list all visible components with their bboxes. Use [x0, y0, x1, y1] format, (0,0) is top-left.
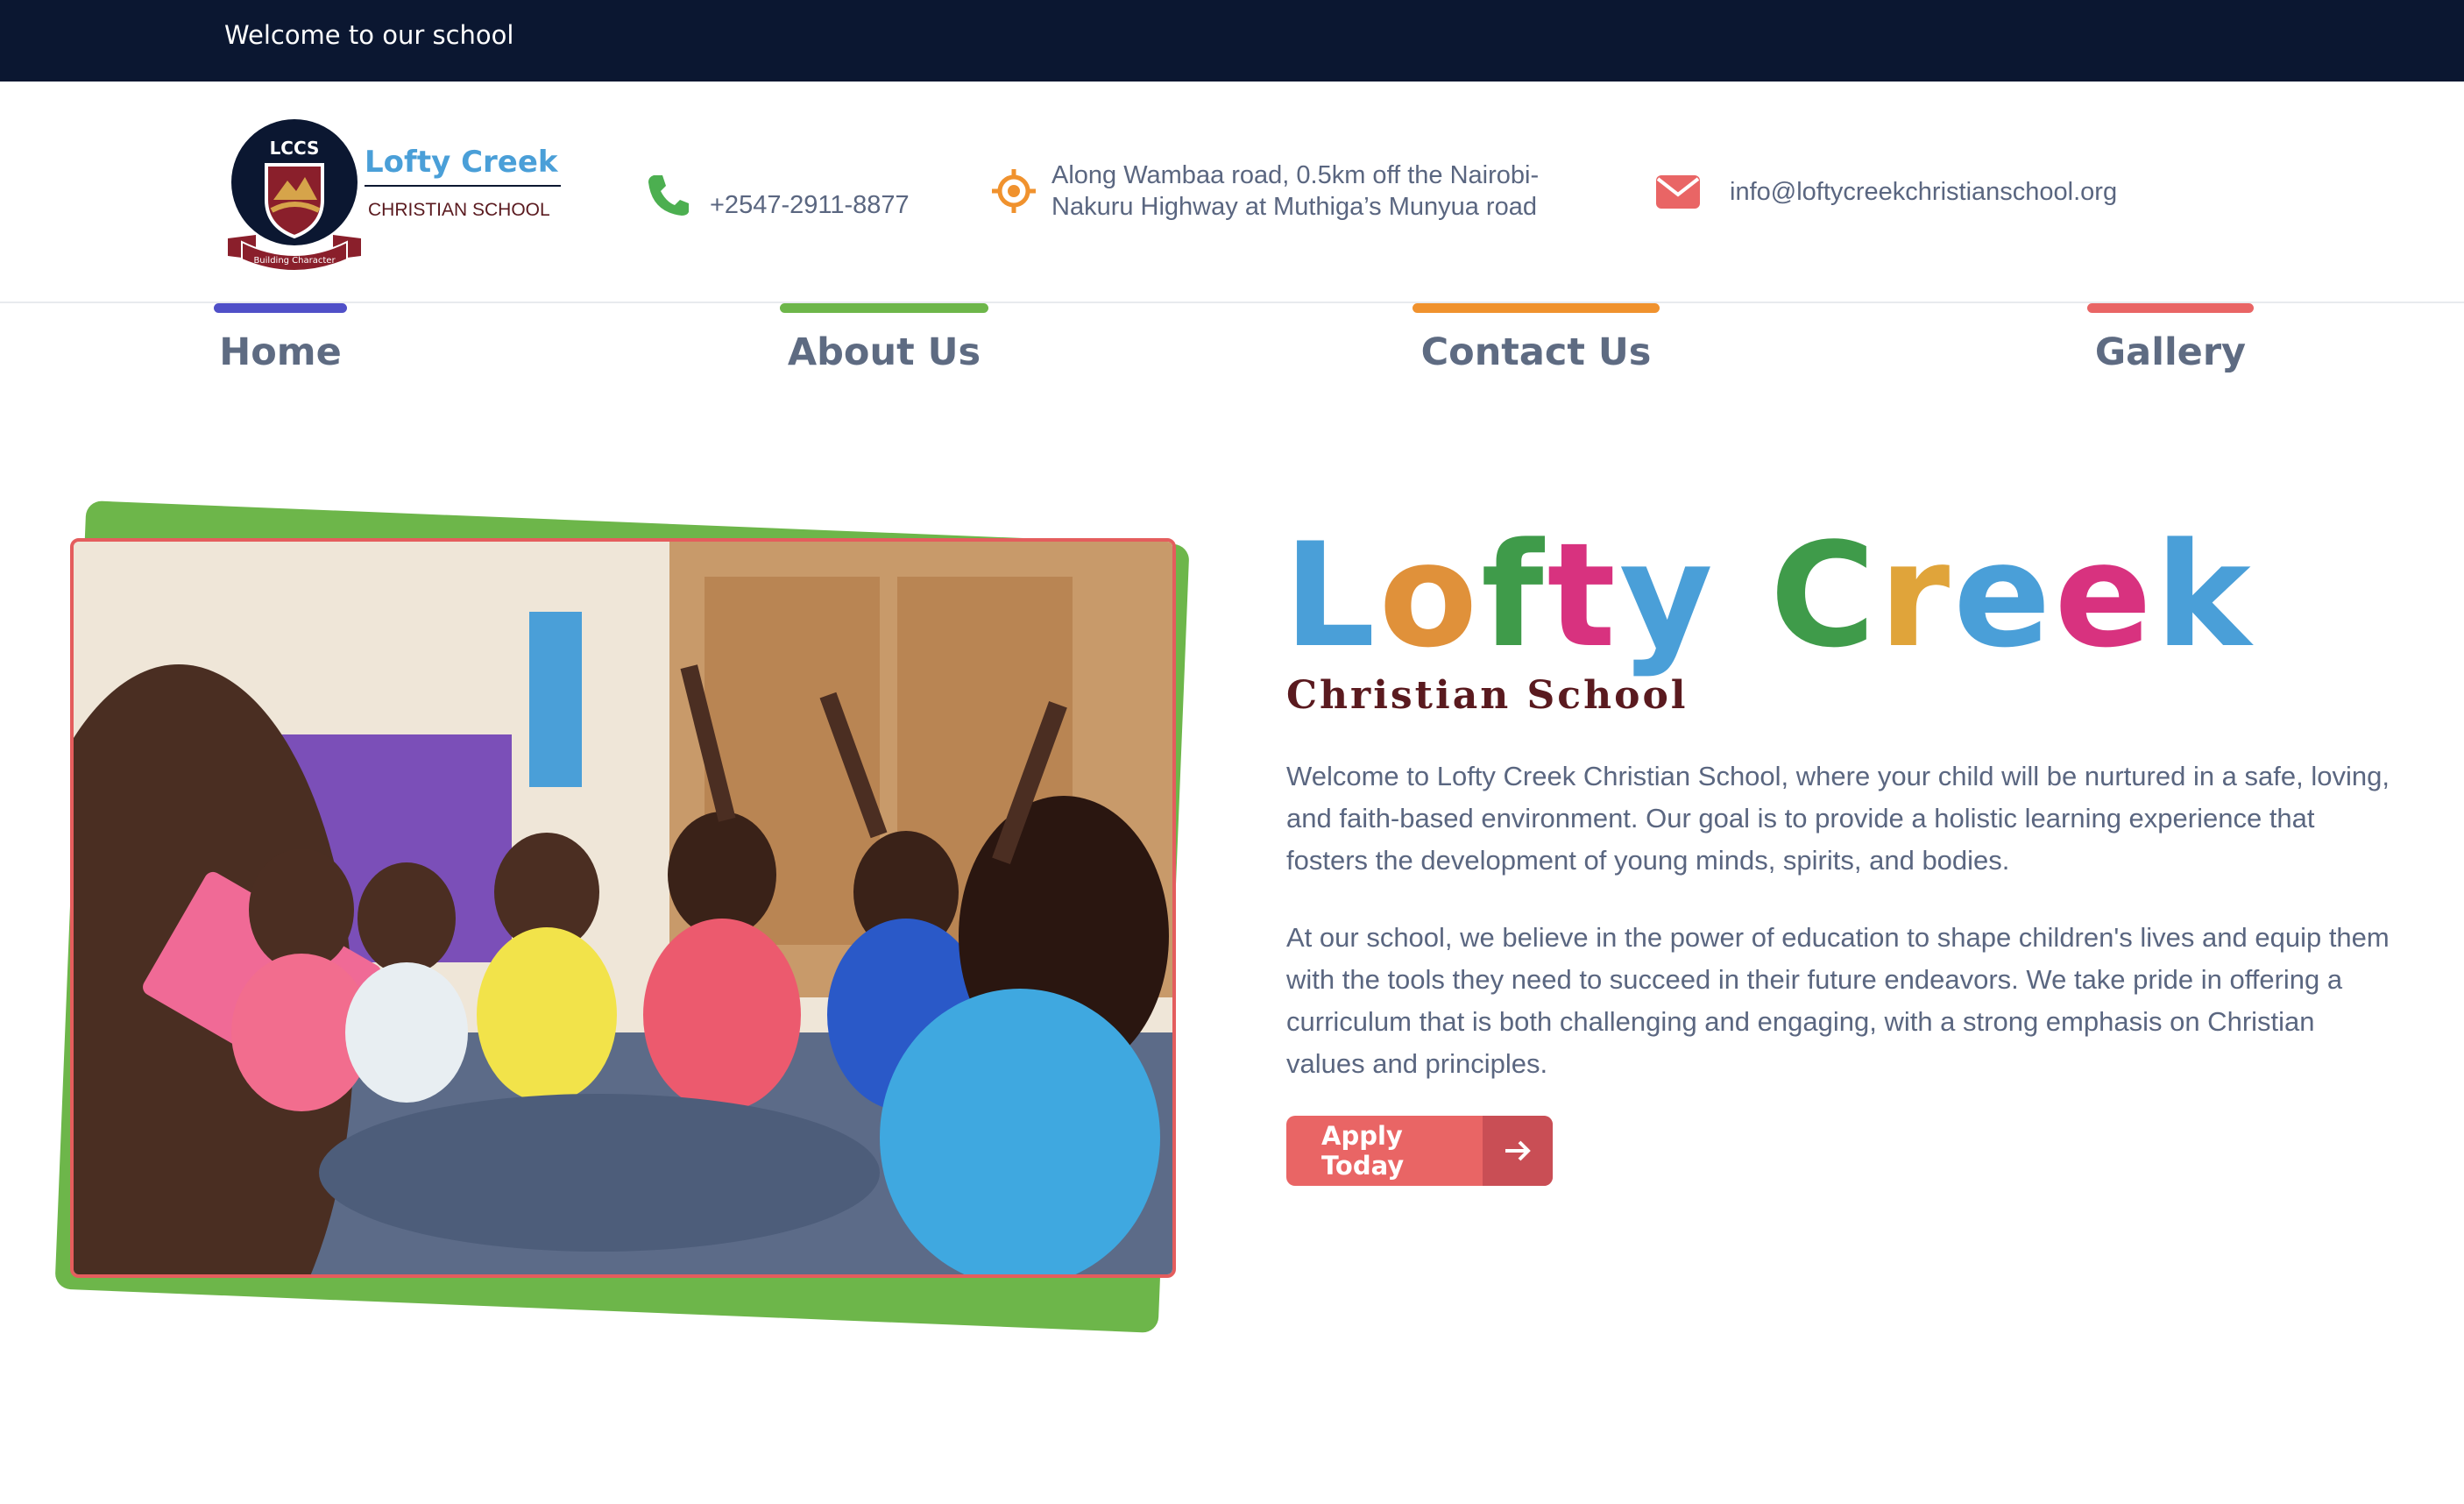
apply-today-label: Apply Today — [1321, 1121, 1405, 1181]
classroom-illustration — [74, 542, 1172, 1274]
title-letter: e — [2054, 512, 2156, 679]
nav-home[interactable]: Home — [214, 303, 347, 374]
address-line-2: Nakuru Highway at Muthiga’s Munyua road — [1051, 193, 1537, 221]
title-letter: e — [1953, 512, 2055, 679]
nav-about-label: About Us — [787, 330, 981, 374]
title-letter: r — [1879, 512, 1954, 679]
logo-motto: Building Character — [253, 256, 336, 266]
nav-contact-label: Contact Us — [1420, 330, 1652, 374]
title-letter: f — [1481, 512, 1547, 679]
nav-about-indicator — [780, 303, 988, 313]
title-letter: o — [1378, 512, 1482, 679]
title-letter: y — [1618, 512, 1717, 679]
hero-title: Lofty Creek — [1284, 524, 2255, 668]
email-address: info@loftycreekchristianschool.org — [1730, 178, 2118, 206]
top-bar: Welcome to our school — [0, 0, 2464, 82]
logo-name: Lofty Creek — [365, 145, 559, 180]
logo-crest: LCCS Building Character Lofty Creek CHRI… — [228, 119, 561, 272]
phone-number: +2547-2911-8877 — [710, 191, 910, 219]
title-letter: L — [1284, 512, 1379, 679]
address-line-1: Along Wambaa road, 0.5km off the Nairobi… — [1051, 161, 1540, 189]
hero-subtitle: Christian School — [1286, 673, 1689, 718]
nav-contact[interactable]: Contact Us — [1413, 303, 1660, 374]
hero-photo — [70, 538, 1176, 1278]
title-letter: C — [1769, 512, 1880, 679]
contact-email[interactable]: info@loftycreekchristianschool.org — [1654, 168, 2117, 216]
mission-paragraph: At our school, we believe in the power o… — [1286, 922, 2390, 1079]
welcome-text: Welcome to our school — [224, 20, 514, 50]
arrow-right-icon — [1483, 1116, 1553, 1186]
logo-subname: CHRISTIAN SCHOOL — [368, 200, 550, 220]
title-letter: k — [2155, 512, 2255, 679]
nav-contact-indicator — [1413, 303, 1660, 313]
apply-today-button[interactable]: Apply Today — [1286, 1116, 1553, 1186]
nav-home-label: Home — [219, 330, 342, 374]
nav-gallery-label: Gallery — [2094, 330, 2247, 374]
nav-home-indicator — [214, 303, 347, 313]
title-letter: t — [1547, 512, 1619, 679]
contact-address: Along Wambaa road, 0.5km off the Nairobi… — [990, 160, 1539, 223]
school-logo[interactable]: LCCS Building Character Lofty Creek CHRI… — [221, 112, 571, 272]
logo-initials: LCCS — [270, 138, 320, 159]
envelope-icon — [1656, 175, 1700, 209]
nav-gallery-indicator — [2087, 303, 2254, 313]
nav-gallery[interactable]: Gallery — [2087, 303, 2254, 374]
nav-about[interactable]: About Us — [780, 303, 988, 374]
intro-paragraph: Welcome to Lofty Creek Christian School,… — [1286, 761, 2390, 876]
phone-icon — [648, 175, 689, 216]
contact-phone[interactable]: +2547-2911-8877 — [645, 170, 910, 221]
title-space — [1717, 512, 1770, 679]
location-icon — [992, 169, 1036, 213]
